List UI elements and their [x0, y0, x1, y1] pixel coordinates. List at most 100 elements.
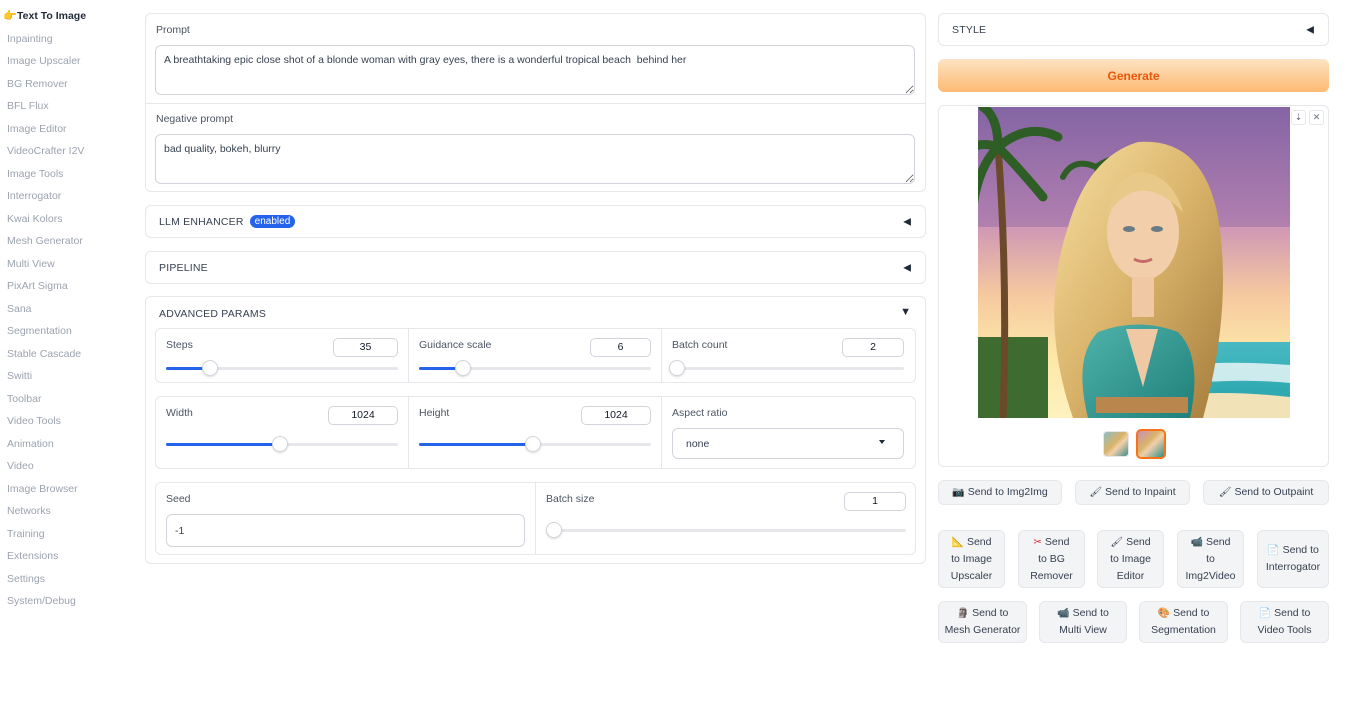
send-to-img2video-button[interactable]: 📹 Send to Img2Video — [1177, 530, 1244, 588]
send-to-segmentation-button[interactable]: 🎨 Send to Segmentation — [1139, 601, 1228, 643]
sidebar-item-image-upscaler[interactable]: Image Upscaler — [0, 50, 110, 73]
sidebar-item-system-debug[interactable]: System/Debug — [0, 590, 110, 613]
sidebar-item-video-tools[interactable]: Video Tools — [0, 410, 110, 433]
send-to-outpaint-button[interactable]: 🖌 Send to Outpaint — [1203, 480, 1329, 505]
sidebar-item-sana[interactable]: Sana — [0, 298, 110, 321]
close-icon[interactable]: ✕ — [1309, 110, 1324, 125]
sidebar-item-animation[interactable]: Animation — [0, 433, 110, 456]
prompt-input[interactable] — [155, 45, 915, 95]
sidebar-item-videocrafter-i2v[interactable]: VideoCrafter I2V — [0, 140, 110, 163]
generate-button[interactable]: Generate — [938, 59, 1329, 92]
sidebar-item-video[interactable]: Video — [0, 455, 110, 478]
send-to-image-editor-button[interactable]: 🖌 Send to Image Editor — [1097, 530, 1164, 588]
height-input[interactable]: 1024 — [581, 406, 651, 425]
sidebar-item-bg-remover[interactable]: BG Remover — [0, 73, 110, 96]
send-to-img2video-line1: 📹 Send — [1191, 534, 1231, 551]
guidance-input[interactable]: 6 — [590, 338, 651, 357]
sidebar-item-text-to-image[interactable]: 👉Text To Image — [0, 5, 110, 28]
width-cell: Width 1024 — [156, 397, 409, 468]
send-to-mesh-generator-line1: 🗿 Send to — [957, 605, 1009, 622]
send-to-multi-view-button[interactable]: 📹 Send to Multi View — [1039, 601, 1127, 643]
negative-prompt-input[interactable] — [155, 134, 915, 184]
sidebar-item-pixart-sigma[interactable]: PixArt Sigma — [0, 275, 110, 298]
aspect-ratio-select[interactable]: none — [672, 428, 904, 459]
sidebar-item-stable-cascade[interactable]: Stable Cascade — [0, 343, 110, 366]
negative-prompt-label: Negative prompt — [156, 113, 234, 125]
batch-size-cell: Batch size 1 — [536, 483, 915, 554]
video-camera-icon: 📹 — [1190, 536, 1203, 548]
slider-thumb[interactable] — [546, 522, 562, 538]
sidebar-item-mesh-generator[interactable]: Mesh Generator — [0, 230, 110, 253]
sidebar-item-label: BFL Flux — [7, 100, 49, 112]
send-to-img2img-button[interactable]: 📷 Send to Img2Img — [938, 480, 1062, 505]
send-to-video-tools-button[interactable]: 📄 Send to Video Tools — [1240, 601, 1329, 643]
sidebar-item-interrogator[interactable]: Interrogator — [0, 185, 110, 208]
generated-image[interactable] — [978, 107, 1290, 418]
slider-thumb[interactable] — [202, 360, 219, 376]
send-to-img2img-label: Send to Img2Img — [967, 486, 1048, 498]
send-to-video-tools-line1: 📄 Send to — [1259, 605, 1311, 622]
triangle-left-icon: ◀ — [903, 262, 911, 273]
gallery-thumbnail-selected[interactable] — [1136, 429, 1166, 459]
triangle-left-icon: ◀ — [903, 216, 911, 227]
seed-cell: Seed -1 — [156, 483, 536, 554]
params-row-1: Steps 35 Guidance scale 6 Batch count 2 — [155, 328, 916, 383]
pipeline-title: PIPELINE — [159, 261, 208, 274]
sidebar-item-image-browser[interactable]: Image Browser — [0, 478, 110, 501]
slider-thumb[interactable] — [455, 360, 472, 376]
sidebar-item-networks[interactable]: Networks — [0, 500, 110, 523]
llm-enhancer-accordion[interactable]: LLM ENHANCER enabled ◀ — [145, 205, 926, 238]
send-to-bg-remover-button[interactable]: ✂ Send to BG Remover — [1018, 530, 1085, 588]
guidance-cell: Guidance scale 6 — [409, 329, 662, 382]
send-to-outpaint-label: Send to Outpaint — [1234, 486, 1314, 498]
width-slider[interactable] — [166, 436, 398, 452]
sidebar-item-switti[interactable]: Switti — [0, 365, 110, 388]
sidebar-item-kwai-kolors[interactable]: Kwai Kolors — [0, 208, 110, 231]
batch-count-slider[interactable] — [668, 360, 904, 376]
camera-icon: 📷 — [952, 487, 965, 498]
steps-slider[interactable] — [166, 360, 398, 376]
sidebar-item-extensions[interactable]: Extensions — [0, 545, 110, 568]
sidebar-item-image-editor[interactable]: Image Editor — [0, 118, 110, 141]
batch-size-input[interactable]: 1 — [844, 492, 906, 511]
sidebar-item-label: Stable Cascade — [7, 347, 82, 360]
sidebar-item-toolbar[interactable]: Toolbar — [0, 388, 110, 411]
send-to-interrogator-line1: 📄 Send to — [1267, 542, 1319, 559]
batch-size-slider[interactable] — [546, 522, 906, 538]
gallery-thumbnail[interactable] — [1103, 431, 1129, 457]
download-icon[interactable]: ⇣ — [1291, 110, 1306, 125]
guidance-slider[interactable] — [419, 360, 651, 376]
send-to-inpaint-button[interactable]: 🖌 Send to Inpaint — [1075, 480, 1190, 505]
sidebar-item-training[interactable]: Training — [0, 523, 110, 546]
document-icon: 📄 — [1258, 608, 1272, 619]
style-accordion[interactable]: STYLE ◀ — [938, 13, 1329, 46]
width-input[interactable]: 1024 — [328, 406, 398, 425]
send-to-interrogator-button[interactable]: 📄 Send to Interrogator — [1257, 530, 1329, 588]
slider-thumb[interactable] — [524, 436, 541, 452]
sidebar-item-settings[interactable]: Settings — [0, 568, 110, 591]
sidebar-item-multi-view[interactable]: Multi View — [0, 253, 110, 276]
sidebar-item-image-tools[interactable]: Image Tools — [0, 163, 110, 186]
steps-input[interactable]: 35 — [333, 338, 398, 357]
button-text: Send to — [1274, 607, 1311, 619]
sidebar-item-label: Multi View — [7, 257, 55, 270]
sidebar-item-label: Image Tools — [7, 167, 64, 180]
send-to-mesh-generator-button[interactable]: 🗿 Send to Mesh Generator — [938, 601, 1027, 643]
sidebar-item-segmentation[interactable]: Segmentation — [0, 320, 110, 343]
advanced-params-header[interactable]: ADVANCED PARAMS ▼ — [146, 297, 925, 327]
slider-thumb[interactable] — [271, 436, 288, 452]
seed-input[interactable]: -1 — [166, 514, 525, 547]
sidebar-item-inpainting[interactable]: Inpainting — [0, 28, 110, 51]
triangle-down-icon: ▼ — [900, 306, 911, 318]
sidebar-item-label: Sana — [7, 302, 32, 315]
button-text: Send — [1044, 535, 1070, 548]
batch-count-input[interactable]: 2 — [842, 338, 904, 357]
pipeline-accordion[interactable]: PIPELINE ◀ — [145, 251, 926, 284]
slider-thumb[interactable] — [668, 360, 685, 376]
send-to-image-upscaler-button[interactable]: 📐 Send to Image Upscaler — [938, 530, 1005, 588]
sidebar-item-label: Image Upscaler — [7, 55, 81, 67]
height-slider[interactable] — [419, 436, 651, 452]
sidebar-item-bfl-flux[interactable]: BFL Flux — [0, 95, 110, 118]
button-text: Remover — [1030, 569, 1073, 582]
button-text: Send to — [972, 607, 1009, 619]
